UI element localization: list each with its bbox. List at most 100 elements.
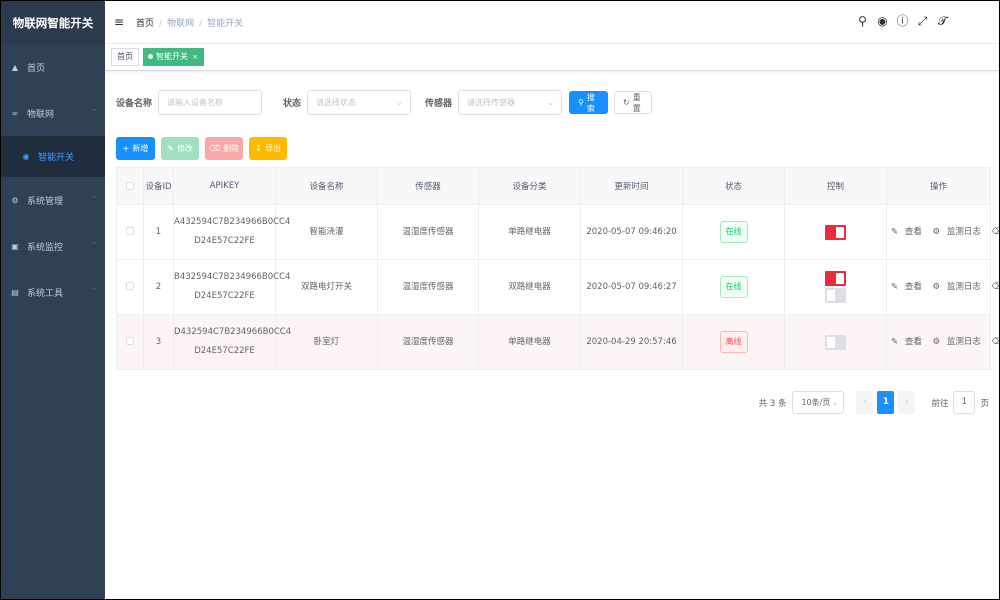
next-page-button[interactable]: › [898,391,916,414]
cell-time: 2020-04-29 20:57:46 [580,314,683,370]
apikey-line: D24E57C22FE [194,291,255,301]
edit-button-label: 修改 [176,144,193,153]
search-icon[interactable]: ⚲ [856,14,869,29]
reset-button[interactable]: ↻ 重置 [614,91,653,114]
view-link[interactable]: ✎ 查看 [889,282,924,292]
cell-actions: ✎ 查看 ⚙ 监测日志 ⌫ 删除 [886,314,999,370]
checkbox[interactable] [126,337,134,345]
log-label: 监测日志 [946,226,981,237]
navbar: ≡ 首页 / 物联网 / 智能开关 ⚲ ◉ ⓘ ⤢ 𝓣 [105,1,999,44]
sidebar-item-label: 首页 [27,63,46,74]
apikey-line: D24E57C22FE [194,346,255,356]
close-icon[interactable]: × [192,53,198,61]
search-button[interactable]: ⚲ 搜索 [569,91,609,114]
edit-icon: ✎ [891,226,899,237]
cell-category: 双路继电器 [478,259,581,315]
chevron-down-icon: ⌄ [831,398,839,407]
delete-link[interactable]: ⌫ 删除 [990,337,999,347]
chevron-up-icon: ˆ [92,109,97,117]
delete-link[interactable]: ⌫ 删除 [990,227,999,237]
hamburger-icon[interactable]: ≡ [114,15,126,29]
search-form: 设备名称 请输入设备名称 状态 请选择状态 ⌄ 传感器 请选择传感器 ⌄ ⚲ 搜索 ↻… [116,90,653,115]
delete-link[interactable]: ⌫ 删除 [990,282,999,292]
page-suffix: 页 [980,398,989,409]
sensor-select[interactable]: 请选择传感器 ⌄ [458,90,563,115]
view-link[interactable]: ✎ 查看 [889,337,924,347]
fullscreen-icon[interactable]: ⤢ [916,14,929,29]
submenu-iot: ◉ 智能开关 [1,136,105,177]
delete-button[interactable]: ⌫ 删除 [205,137,243,160]
sidebar-item-tools[interactable]: ▤ 系统工具 ˇ [1,269,105,315]
breadcrumb-separator: / [199,18,203,29]
chevron-down-icon: ˇ [92,242,97,250]
sidebar-item-monitor[interactable]: ▣ 系统监控 ˇ [1,223,105,269]
row-checkbox[interactable] [116,259,144,315]
gear-icon: ⚙ [932,336,941,347]
relay-switch[interactable] [825,271,846,286]
view-link[interactable]: ✎ 查看 [889,227,924,237]
log-link[interactable]: ⚙ 监测日志 [931,337,983,347]
app-title: 物联网智能开关 [1,1,105,44]
page-size-value: 10条/页 [801,398,831,407]
breadcrumb: 首页 / 物联网 / 智能开关 [136,16,243,29]
cell-control [784,259,887,315]
log-link[interactable]: ⚙ 监测日志 [931,282,983,292]
table-row: 3 D432594C7B234966B0CC4 D24E57C22FE 卧室灯 温… [116,314,999,370]
row-checkbox[interactable] [116,204,144,260]
sidebar-item-smart-switch[interactable]: ◉ 智能开关 [1,136,105,177]
goto-label: 前往 [931,398,949,409]
sidebar-item-system[interactable]: ⚙ 系统管理 ˇ [1,177,105,223]
status-select[interactable]: 请选择状态 ⌄ [307,90,412,115]
export-button[interactable]: ↧ 导出 [249,137,287,160]
search-button-label: 搜索 [586,92,595,113]
status-badge: 离线 [719,331,748,353]
github-icon[interactable]: ◉ [876,14,889,29]
tag-label: 智能开关 [156,52,188,61]
cell-id: 2 [143,259,174,315]
breadcrumb-home[interactable]: 首页 [136,19,154,29]
search-icon: ⚲ [578,98,584,107]
apikey-line: B432594C7B234966B0CC4 [174,272,291,282]
pagination: 共 3 条 10条/页 ⌄ ‹ 1 › 前往 1 页 [759,391,989,414]
tag-smart-switch[interactable]: 智能开关 × [143,48,204,66]
relay-switch[interactable] [825,288,846,303]
cell-category: 单路继电器 [478,204,581,260]
sidebar-item-label: 物联网 [27,109,55,120]
page-number[interactable]: 1 [877,391,895,414]
chevron-down-icon: ˇ [92,196,97,204]
device-table: 设备ID APIKEY 设备名称 传感器 设备分类 更新时间 状态 控制 操作 … [116,167,999,370]
sidebar-item-iot[interactable]: ∞ 物联网 ˆ [1,90,105,136]
question-icon[interactable]: ⓘ [896,14,909,29]
apikey-line: A432594C7B234966B0CC4 [174,217,291,227]
checkbox[interactable] [126,181,134,190]
prev-page-button[interactable]: ‹ [856,391,874,414]
gear-icon: ⚙ [11,195,19,205]
relay-switch[interactable] [825,334,846,350]
relay-switch[interactable] [825,224,846,240]
link-icon: ∞ [11,108,19,118]
sensor-placeholder: 请选择传感器 [467,98,516,107]
toolbox-icon: ▤ [11,287,19,297]
cell-status: 离线 [682,314,785,370]
goto-page-input[interactable]: 1 [953,391,976,414]
cell-sensor: 温湿度传感器 [377,259,479,315]
checkbox[interactable] [126,227,134,235]
trash-icon: ⌫ [991,281,999,292]
edit-button[interactable]: ✎ 修改 [161,137,199,160]
sidebar-item-home[interactable]: ▲ 首页 [1,44,105,90]
tag-home[interactable]: 首页 [111,48,139,66]
chevron-down-icon: ˇ [92,288,97,296]
device-name-input[interactable]: 请输入设备名称 [158,90,263,115]
sidebar-item-label: 智能开关 [38,153,75,163]
refresh-icon: ↻ [623,98,630,107]
table-row: 1 A432594C7B234966B0CC4 D24E57C22FE 智能浇灌 … [116,204,999,260]
row-checkbox[interactable] [116,314,144,370]
select-all-checkbox[interactable] [116,167,144,205]
page-size-select[interactable]: 10条/页 ⌄ [792,391,845,414]
sidebar-item-label: 系统工具 [27,288,64,299]
status-badge: 在线 [719,221,748,243]
log-link[interactable]: ⚙ 监测日志 [931,227,983,237]
checkbox[interactable] [126,282,134,290]
font-size-icon[interactable]: 𝓣 [936,14,949,29]
add-button[interactable]: + 新增 [116,137,155,160]
